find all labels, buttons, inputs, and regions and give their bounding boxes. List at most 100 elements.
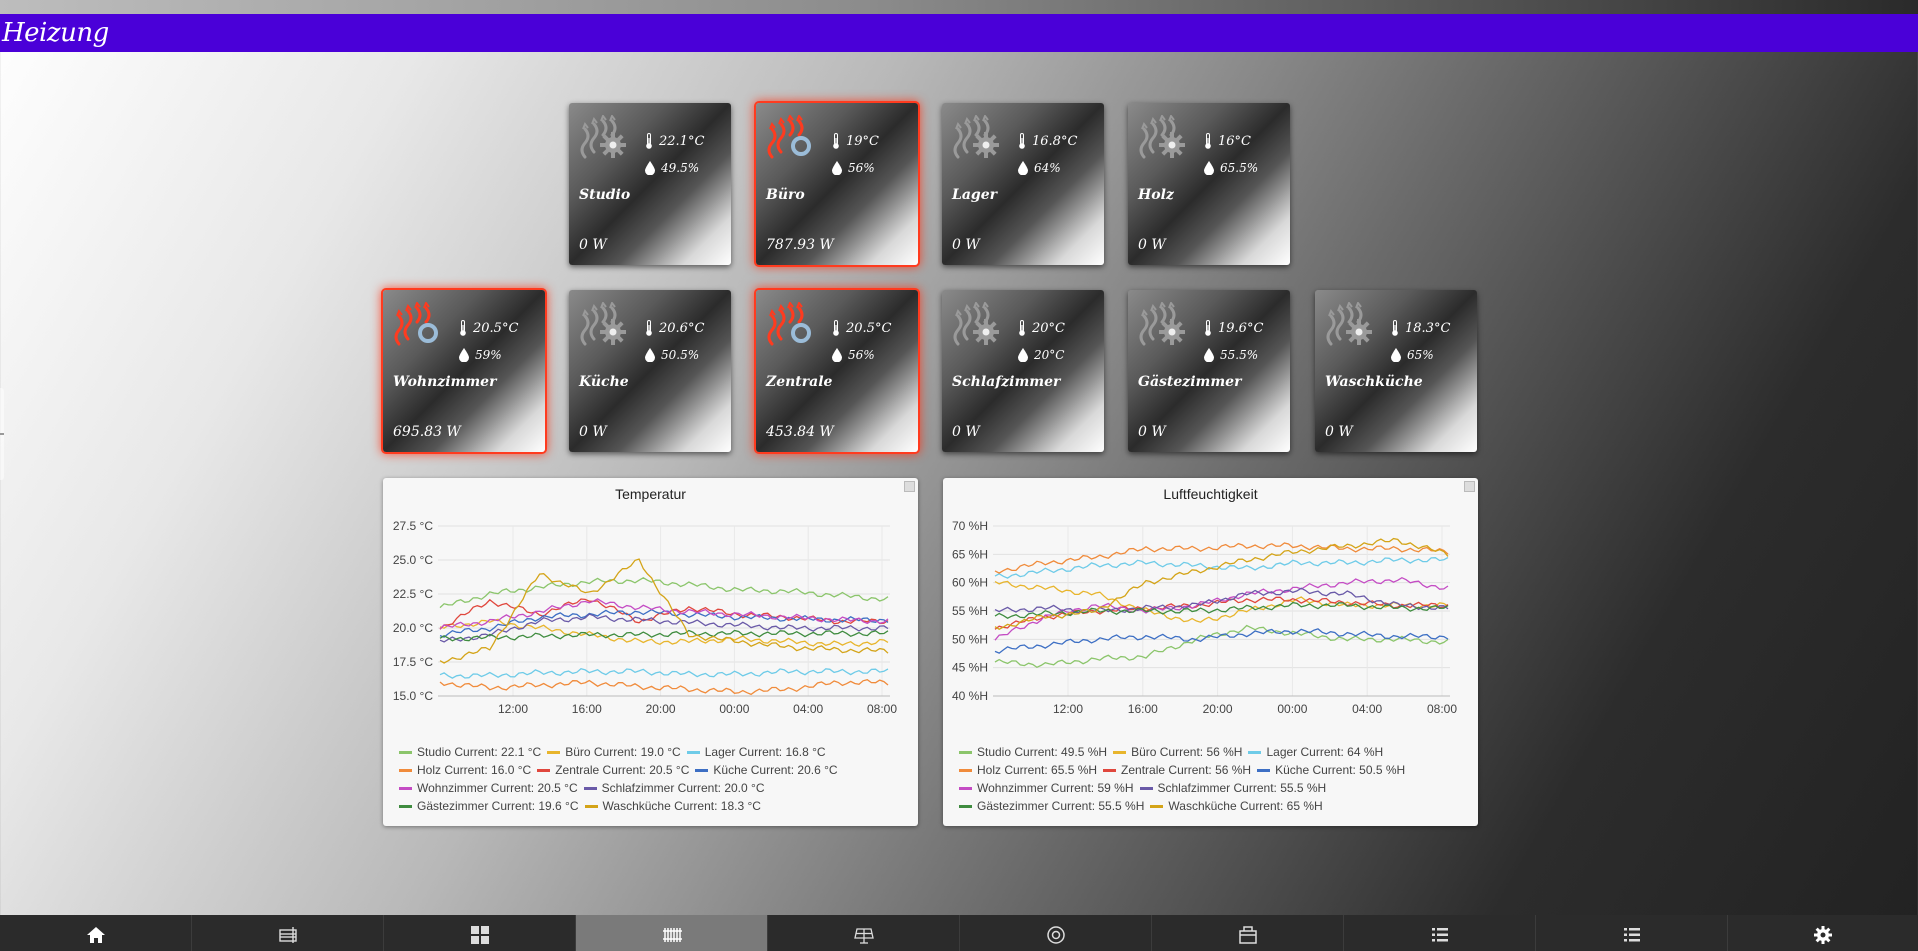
nav-button-9[interactable]: [1728, 915, 1918, 951]
nav-button-7[interactable]: [1344, 915, 1536, 951]
temperature-readout: 22.1°C: [645, 133, 704, 149]
legend-label: Holz Current: 16.0 °C: [417, 763, 532, 777]
series-line: [439, 667, 889, 679]
legend-item[interactable]: Schlafzimmer Current: 55.5 %H: [1139, 779, 1326, 797]
legend-item[interactable]: Gästezimmer Current: 55.5 %H: [959, 797, 1144, 815]
thermometer-icon: [1205, 133, 1211, 149]
power-value: 0 W: [1138, 237, 1166, 253]
legend-item[interactable]: Wohnzimmer Current: 20.5 °C: [399, 779, 578, 797]
y-tick-label: 20.0 °C: [393, 621, 433, 635]
legend-item[interactable]: Zentrale Current: 20.5 °C: [537, 761, 689, 779]
room-tile-6[interactable]: 20.5°C 56% Zentrale 453.84 W: [756, 290, 918, 452]
legend-label: Waschküche Current: 18.3 °C: [602, 799, 761, 813]
humidity-drop-icon: [459, 348, 469, 362]
legend-item[interactable]: Büro Current: 19.0 °C: [547, 743, 681, 761]
temperature-readout: 16.8°C: [1018, 133, 1077, 149]
legend-item[interactable]: Waschküche Current: 18.3 °C: [584, 797, 761, 815]
humidity-drop-icon: [1204, 348, 1214, 362]
legend-label: Studio Current: 49.5 %H: [977, 745, 1108, 759]
room-name: Holz: [1138, 187, 1174, 203]
legend-item[interactable]: Lager Current: 64 %H: [1248, 743, 1383, 761]
room-tile-5[interactable]: 20.6°C 50.5% Küche 0 W: [569, 290, 731, 452]
room-tile-4[interactable]: 20.5°C 59% Wohnzimmer 695.83 W: [383, 290, 545, 452]
y-tick-label: 27.5 °C: [393, 519, 433, 533]
y-tick-label: 55 %H: [952, 604, 988, 618]
legend-item[interactable]: Schlafzimmer Current: 20.0 °C: [583, 779, 765, 797]
legend-item[interactable]: Studio Current: 49.5 %H: [959, 743, 1107, 761]
gear-icon: [600, 319, 626, 345]
legend-item[interactable]: Holz Current: 16.0 °C: [399, 761, 531, 779]
thermometer-icon: [1019, 133, 1025, 149]
room-name: Schlafzimmer: [952, 374, 1061, 390]
thermometer-icon: [460, 320, 466, 336]
legend-swatch: [959, 787, 972, 791]
x-tick-label: 12:00: [1053, 702, 1083, 716]
temperature-readout: 20.5°C: [832, 320, 891, 336]
nav-button-6[interactable]: [1152, 915, 1344, 951]
room-tile-3[interactable]: 16°C 65.5% Holz 0 W: [1128, 103, 1290, 265]
nav-button-0[interactable]: [0, 915, 192, 951]
x-tick-label: 16:00: [1128, 702, 1158, 716]
y-tick-label: 15.0 °C: [393, 689, 433, 703]
chart-legend: Studio Current: 49.5 %H Büro Current: 56 …: [959, 743, 1469, 815]
legend-item[interactable]: Wohnzimmer Current: 59 %H: [959, 779, 1134, 797]
gear-icon: [1159, 319, 1185, 345]
pin-icon[interactable]: [904, 481, 915, 492]
page-title: Heizung: [2, 18, 109, 48]
legend-item[interactable]: Holz Current: 65.5 %H: [959, 761, 1097, 779]
side-drawer-handle[interactable]: [0, 388, 4, 480]
room-tile-2[interactable]: 16.8°C 64% Lager 0 W: [942, 103, 1104, 265]
legend-label: Schlafzimmer Current: 20.0 °C: [601, 781, 765, 795]
pin-icon[interactable]: [1464, 481, 1475, 492]
legend-item[interactable]: Lager Current: 16.8 °C: [686, 743, 826, 761]
legend-item[interactable]: Zentrale Current: 56 %H: [1103, 761, 1251, 779]
valve-icon: [791, 136, 811, 156]
y-tick-label: 70 %H: [952, 519, 988, 533]
series-line: [439, 618, 889, 647]
room-tile-0[interactable]: 22.1°C 49.5% Studio 0 W: [569, 103, 731, 265]
nav-button-3[interactable]: [576, 915, 768, 951]
power-value: 0 W: [579, 237, 607, 253]
legend-item[interactable]: Küche Current: 20.6 °C: [695, 761, 838, 779]
legend-swatch: [399, 787, 412, 791]
humidity-readout: 50.5%: [645, 348, 699, 362]
temperature-readout: 20°C: [1018, 320, 1065, 336]
thermometer-icon: [1392, 320, 1398, 336]
power-value: 0 W: [952, 237, 980, 253]
power-value: 787.93 W: [766, 237, 834, 253]
legend-item[interactable]: Gästezimmer Current: 19.6 °C: [399, 797, 579, 815]
legend-item[interactable]: Studio Current: 22.1 °C: [399, 743, 541, 761]
room-tile-8[interactable]: 19.6°C 55.5% Gästezimmer 0 W: [1128, 290, 1290, 452]
nav-button-5[interactable]: [960, 915, 1152, 951]
legend-item[interactable]: Waschküche Current: 65 %H: [1150, 797, 1323, 815]
temperature-readout: 20.5°C: [459, 320, 518, 336]
thermometer-icon: [1205, 320, 1211, 336]
room-tile-7[interactable]: 20°C 20°C Schlafzimmer 0 W: [942, 290, 1104, 452]
legend-swatch: [1257, 769, 1271, 773]
legend-label: Büro Current: 19.0 °C: [565, 745, 681, 759]
legend-label: Studio Current: 22.1 °C: [417, 745, 542, 759]
nav-button-2[interactable]: [384, 915, 576, 951]
solar-panel-icon: [853, 928, 874, 944]
temperature-value: 16°C: [1218, 133, 1251, 149]
temperature-value: 20°C: [1032, 320, 1065, 336]
humidity-value: 65.5%: [1220, 161, 1259, 175]
nav-button-8[interactable]: [1536, 915, 1728, 951]
chart-legend: Studio Current: 22.1 °C Büro Current: 19.…: [399, 743, 909, 815]
thermometer-icon: [833, 133, 839, 149]
nav-button-4[interactable]: [768, 915, 960, 951]
room-tile-9[interactable]: 18.3°C 65% Waschküche 0 W: [1315, 290, 1477, 452]
legend-swatch: [1139, 787, 1153, 791]
legend-swatch: [959, 805, 972, 809]
gear-icon: [973, 319, 999, 345]
nav-button-1[interactable]: [192, 915, 384, 951]
package-icon: [1238, 926, 1257, 944]
legend-item[interactable]: Büro Current: 56 %H: [1113, 743, 1242, 761]
legend-swatch: [399, 805, 412, 809]
room-tile-1[interactable]: 19°C 56% Büro 787.93 W: [756, 103, 918, 265]
humidity-readout: 49.5%: [645, 161, 699, 175]
humidity-drop-icon: [832, 161, 842, 175]
y-tick-label: 60 %H: [952, 576, 988, 590]
chart-title: Luftfeuchtigkeit: [1163, 486, 1258, 502]
legend-item[interactable]: Küche Current: 50.5 %H: [1257, 761, 1405, 779]
